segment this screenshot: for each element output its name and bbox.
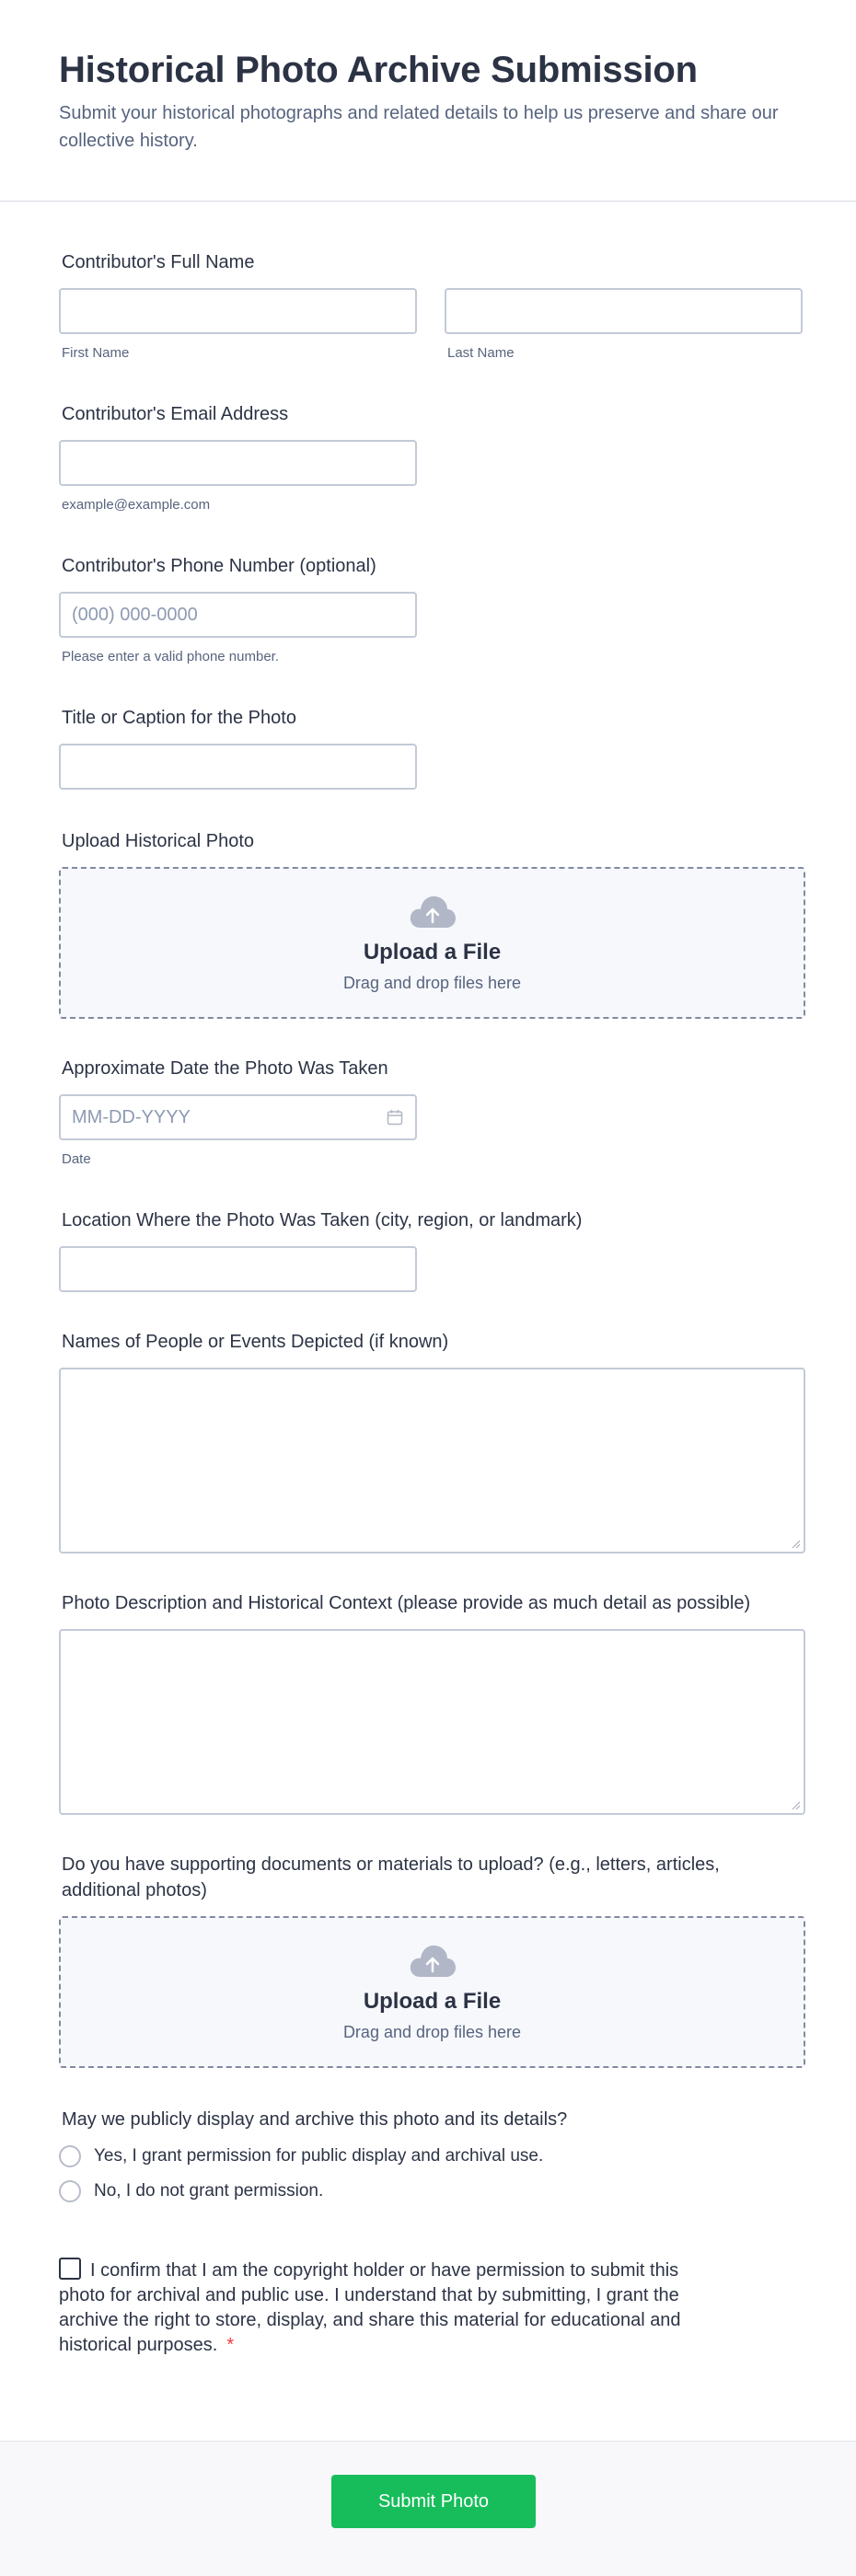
permission-label: May we publicly display and archive this… — [62, 2109, 568, 2130]
form-footer: Submit Photo — [0, 2441, 856, 2576]
supporting-docs-dropzone[interactable]: Upload a File Drag and drop files here — [59, 1916, 805, 2068]
supporting-docs-label: Do you have supporting documents or mate… — [62, 1854, 720, 1900]
form-body: Contributor's Full Name First Name Last … — [0, 249, 856, 2358]
permission-field: May we publicly display and archive this… — [59, 2107, 804, 2202]
date-input-wrap — [59, 1094, 417, 1140]
calendar-icon[interactable] — [387, 1109, 403, 1126]
upload-photo-label: Upload Historical Photo — [62, 831, 254, 851]
location-label: Location Where the Photo Was Taken (city… — [62, 1210, 583, 1230]
cloud-upload-icon — [410, 1945, 456, 1977]
full-name-row: First Name Last Name — [59, 288, 804, 363]
supporting-docs-subtitle: Drag and drop files here — [342, 2022, 522, 2041]
permission-no-label[interactable]: No, I do not grant permission. — [94, 2180, 323, 2202]
last-name-sublabel: Last Name — [447, 345, 515, 361]
form-title: Historical Photo Archive Submission — [59, 50, 698, 90]
people-events-label: Names of People or Events Depicted (if k… — [62, 1332, 449, 1352]
description-textarea[interactable] — [59, 1629, 805, 1815]
email-field: Contributor's Email Address example@exam… — [59, 401, 804, 514]
form-header: Historical Photo Archive Submission Subm… — [0, 0, 856, 202]
resize-handle-icon[interactable] — [791, 1800, 800, 1809]
cloud-upload-icon — [410, 895, 456, 928]
full-name-field: Contributor's Full Name First Name Last … — [59, 249, 804, 363]
upload-photo-field: Upload Historical Photo Upload a File Dr… — [59, 828, 805, 1019]
permission-yes-label[interactable]: Yes, I grant permission for public displ… — [94, 2145, 543, 2167]
radio-no[interactable] — [59, 2180, 81, 2202]
location-field: Location Where the Photo Was Taken (city… — [59, 1207, 804, 1292]
last-name-input[interactable] — [445, 288, 803, 334]
upload-photo-subtitle: Drag and drop files here — [342, 973, 522, 992]
title-caption-input[interactable] — [59, 744, 417, 790]
permission-option-no[interactable]: No, I do not grant permission. — [59, 2180, 804, 2202]
submit-photo-button[interactable]: Submit Photo — [331, 2475, 536, 2528]
consent-text[interactable]: I confirm that I am the copyright holder… — [59, 2260, 681, 2355]
phone-label: Contributor's Phone Number (optional) — [62, 556, 376, 576]
first-name-sublabel: First Name — [62, 345, 130, 361]
people-events-textarea[interactable] — [59, 1368, 805, 1554]
description-wrap — [59, 1629, 805, 1815]
resize-handle-icon[interactable] — [791, 1539, 800, 1548]
email-sublabel: example@example.com — [62, 497, 211, 513]
description-label: Photo Description and Historical Context… — [62, 1593, 751, 1613]
last-name-col: Last Name — [445, 288, 803, 363]
consent-checkbox[interactable] — [59, 2258, 81, 2280]
people-events-wrap — [59, 1368, 805, 1554]
required-asterisk: * — [226, 2335, 235, 2355]
consent-field: I confirm that I am the copyright holder… — [59, 2258, 804, 2358]
radio-yes[interactable] — [59, 2145, 81, 2167]
location-input[interactable] — [59, 1246, 417, 1292]
upload-photo-dropzone[interactable]: Upload a File Drag and drop files here — [59, 867, 805, 1019]
upload-photo-title: Upload a File — [363, 939, 502, 965]
consent-block: I confirm that I am the copyright holder… — [59, 2258, 722, 2358]
date-taken-field: Approximate Date the Photo Was Taken Dat… — [59, 1056, 804, 1169]
date-sublabel: Date — [62, 1151, 91, 1167]
supporting-docs-field: Do you have supporting documents or mate… — [59, 1852, 805, 2068]
date-taken-label: Approximate Date the Photo Was Taken — [62, 1058, 388, 1079]
first-name-input[interactable] — [59, 288, 417, 334]
email-label: Contributor's Email Address — [62, 404, 289, 424]
phone-sublabel: Please enter a valid phone number. — [62, 649, 279, 664]
form-subtitle: Submit your historical photographs and r… — [59, 103, 779, 151]
full-name-label: Contributor's Full Name — [62, 252, 255, 272]
email-input[interactable] — [59, 440, 417, 486]
phone-field: Contributor's Phone Number (optional) Pl… — [59, 553, 804, 666]
supporting-docs-title: Upload a File — [363, 1988, 502, 2014]
form-page: Historical Photo Archive Submission Subm… — [0, 0, 856, 2576]
title-caption-label: Title or Caption for the Photo — [62, 708, 296, 728]
phone-input[interactable] — [59, 592, 417, 638]
first-name-col: First Name — [59, 288, 417, 363]
description-field: Photo Description and Historical Context… — [59, 1590, 805, 1815]
title-caption-field: Title or Caption for the Photo — [59, 705, 804, 790]
permission-option-yes[interactable]: Yes, I grant permission for public displ… — [59, 2145, 804, 2167]
people-events-field: Names of People or Events Depicted (if k… — [59, 1329, 805, 1554]
date-input[interactable] — [59, 1094, 417, 1140]
